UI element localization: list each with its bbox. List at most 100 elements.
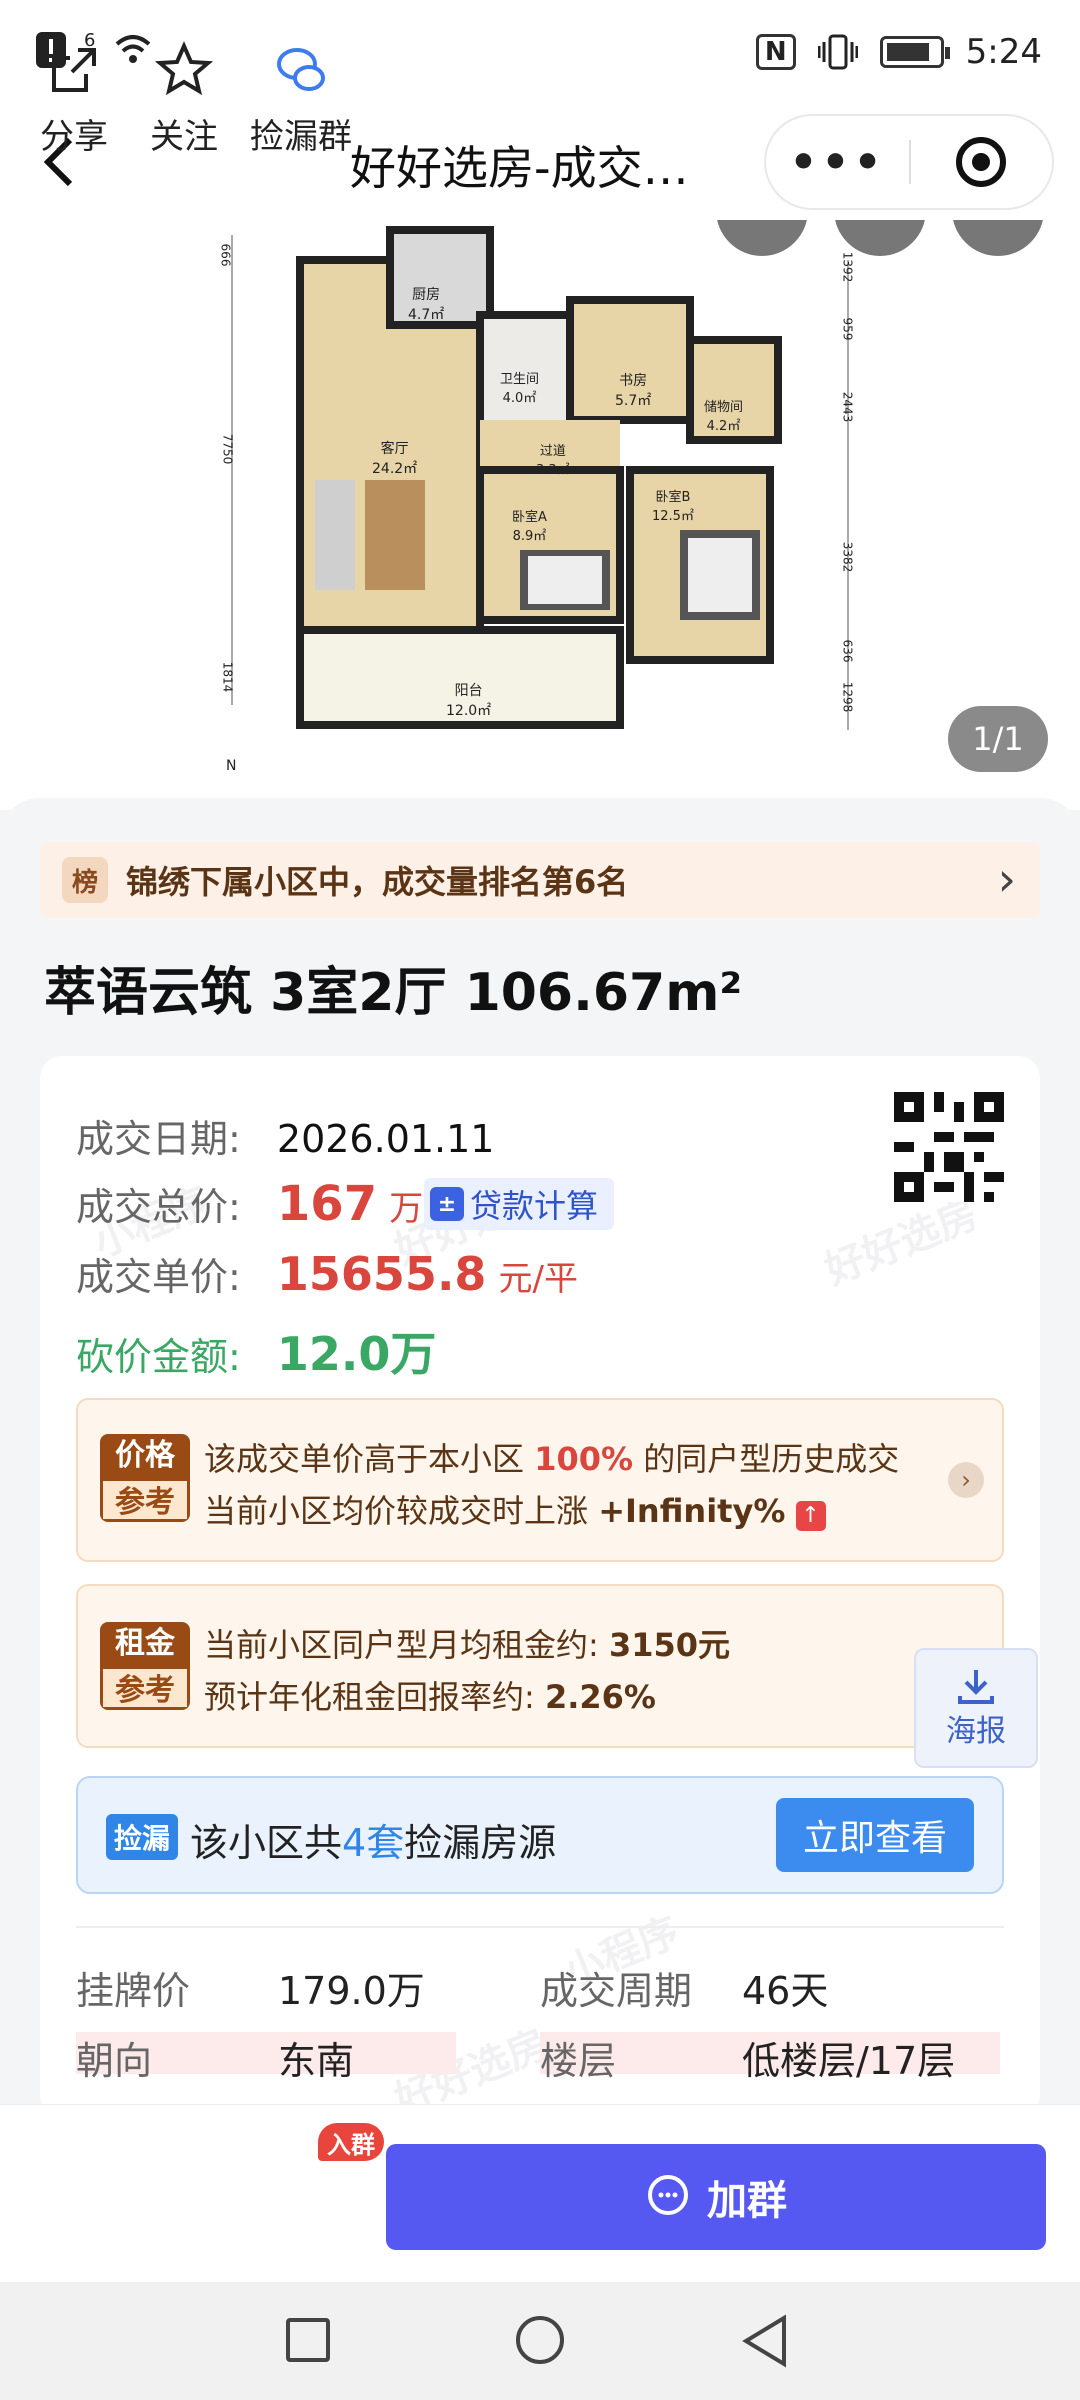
view-now-button[interactable]: 立即查看 xyxy=(776,1798,974,1872)
share-label: 分享 xyxy=(40,117,108,157)
nfc-icon: N xyxy=(755,34,796,70)
bargain-group-label: 捡漏群 xyxy=(250,117,352,157)
plan-overlay-btn-3[interactable] xyxy=(952,220,1044,256)
room-label: 卧室B 12.5㎡ xyxy=(652,490,694,524)
deal-unit-value: 15655.8 xyxy=(276,1247,487,1301)
bargain-badge: 捡漏 xyxy=(106,1814,178,1860)
rent-ref-badge: 租金 参考 xyxy=(100,1622,190,1710)
rent-ref-line1: 当前小区同户型月均租金约: 3150元 xyxy=(204,1626,731,1664)
poster-button[interactable]: 海报 xyxy=(914,1648,1038,1768)
chat-icon xyxy=(277,48,325,91)
listing-price-value: 179.0万 xyxy=(278,1969,425,2013)
floor-value: 低楼层/17层 xyxy=(742,2039,956,2083)
join-group-label: 加群 xyxy=(707,2178,787,2224)
bargain-banner: 捡漏 该小区共4套捡漏房源 立即查看 xyxy=(76,1776,1004,1894)
ranking-badge: 榜 xyxy=(62,857,108,903)
join-group-badge: 入群 xyxy=(318,2123,384,2161)
wifi-icon xyxy=(116,35,151,63)
compass-icon: N xyxy=(226,758,237,774)
deal-date-row: 成交日期: 2026.01.11 xyxy=(76,1108,494,1163)
price-ref-line2: 当前小区均价较成交时上涨 +Infinity% ↑ xyxy=(204,1486,826,1532)
floor-plan-image[interactable]: 厨房 4.7㎡ 卫生间 4.0㎡ 书房 5.7㎡ 储物间 4.2㎡ 客厅 24.2㎡ 过道… xyxy=(0,220,1080,810)
close-miniprogram-button[interactable] xyxy=(911,137,1052,187)
deal-total-row: 成交总价: 167 万 xyxy=(76,1176,423,1232)
vibrate-icon xyxy=(817,34,858,70)
deal-cut-value: 12.0万 xyxy=(276,1327,437,1381)
deal-date-value: 2026.01.11 xyxy=(276,1117,495,1161)
chat-bubble-icon xyxy=(648,2175,688,2215)
deal-cycle-label: 成交周期 xyxy=(540,1969,693,2013)
room-label: 书房 5.7㎡ xyxy=(615,373,652,409)
price-ref-line1: 该成交单价高于本小区 100% 的同户型历史成交 xyxy=(204,1440,900,1478)
ranking-text: 锦绣下属小区中，成交量排名第6名 xyxy=(126,863,629,901)
price-ref-badge: 价格 参考 xyxy=(100,1434,190,1522)
calculator-icon: ± xyxy=(430,1187,464,1221)
dim-label: 636 xyxy=(840,639,855,663)
deal-total-label: 成交总价: xyxy=(76,1185,241,1229)
poster-label: 海报 xyxy=(946,1714,1006,1749)
share-icon xyxy=(52,48,96,92)
bargain-group-button[interactable]: 捡漏群 xyxy=(250,40,352,158)
dim-label: 959 xyxy=(840,317,855,341)
bargain-text: 该小区共4套捡漏房源 xyxy=(190,1821,557,1865)
dim-label: 1392 xyxy=(840,251,855,283)
room-label: 厨房 4.7㎡ xyxy=(408,287,445,323)
orientation-label: 朝向 xyxy=(76,2039,153,2083)
rent-reference-box: 租金 参考 当前小区同户型月均租金约: 3150元 预计年化租金回报率约: 2.… xyxy=(76,1584,1004,1748)
star-icon xyxy=(154,41,214,96)
follow-label: 关注 xyxy=(150,117,218,157)
plan-overlay-btn-1[interactable] xyxy=(716,220,808,256)
dim-label: 3382 xyxy=(840,541,855,573)
deal-total-value: 167 xyxy=(276,1176,378,1232)
dim-label: 1298 xyxy=(840,681,855,713)
loan-calculator-button[interactable]: ± 贷款计算 xyxy=(424,1178,614,1230)
deal-date-label: 成交日期: xyxy=(76,1117,241,1161)
more-button[interactable]: ••• xyxy=(766,137,909,188)
follow-button[interactable]: 关注 xyxy=(150,40,218,158)
deal-cut-row: 砍价金额: 12.0万 xyxy=(76,1318,436,1384)
image-pager: 1/1 xyxy=(948,706,1048,772)
room-label: 过道 3.3㎡ xyxy=(536,444,570,478)
chevron-right-icon: › xyxy=(948,1462,984,1498)
dim-label: 1814 xyxy=(220,661,235,693)
dim-label: 2443 xyxy=(840,391,855,423)
join-group-button[interactable]: 加群 xyxy=(386,2144,1046,2250)
listing-price-label: 挂牌价 xyxy=(76,1969,191,2013)
ranking-banner[interactable]: 榜 锦绣下属小区中，成交量排名第6名 › xyxy=(40,842,1040,918)
deal-unit-label: 成交单价: xyxy=(76,1255,241,1299)
dim-label: 666 xyxy=(218,243,233,267)
room-label: 客厅 24.2㎡ xyxy=(372,441,418,477)
deal-cut-label: 砍价金额: xyxy=(76,1335,241,1379)
chevron-right-icon: › xyxy=(997,852,1016,906)
orientation-value: 东南 xyxy=(278,2039,355,2083)
page-title: 好好选房-成交… xyxy=(350,141,689,195)
target-icon xyxy=(956,137,1007,187)
deal-total-unit: 万 xyxy=(389,1189,424,1229)
room-label: 储物间 4.2㎡ xyxy=(704,400,744,434)
loan-calculator-label: 贷款计算 xyxy=(470,1187,599,1225)
qr-code[interactable] xyxy=(894,1092,1004,1202)
more-dots-icon: ••• xyxy=(789,136,886,188)
rent-ref-line2: 预计年化租金回报率约: 2.26% xyxy=(204,1678,656,1716)
dim-label: 7750 xyxy=(220,433,235,465)
deal-unit-unit: 元/平 xyxy=(498,1259,578,1299)
floor-label: 楼层 xyxy=(540,2039,617,2083)
clock: 5:24 xyxy=(965,32,1042,72)
system-nav-bar xyxy=(0,2282,1080,2400)
deal-cycle-value: 46天 xyxy=(742,1969,829,2013)
back-nav-button[interactable] xyxy=(740,2314,790,2368)
up-arrow-icon: ↑ xyxy=(795,1501,826,1531)
battery-icon xyxy=(879,36,950,68)
home-button[interactable] xyxy=(516,2316,564,2364)
price-reference-box[interactable]: 价格 参考 该成交单价高于本小区 100% 的同户型历史成交 当前小区均价较成交… xyxy=(76,1398,1004,1562)
mini-program-capsule: ••• xyxy=(764,114,1054,210)
download-icon xyxy=(958,1670,994,1704)
plan-overlay-btn-2[interactable] xyxy=(834,220,926,256)
recent-apps-button[interactable] xyxy=(286,2318,330,2362)
room-label: 卧室A 8.9㎡ xyxy=(512,510,547,544)
share-button[interactable]: 分享 xyxy=(40,40,108,158)
room-label: 卫生间 4.0㎡ xyxy=(500,372,540,406)
divider xyxy=(76,1926,1004,1928)
deal-unit-row: 成交单价: 15655.8 元/平 xyxy=(76,1246,578,1301)
listing-headline: 萃语云筑 3室2厅 106.67m² xyxy=(44,963,743,1023)
